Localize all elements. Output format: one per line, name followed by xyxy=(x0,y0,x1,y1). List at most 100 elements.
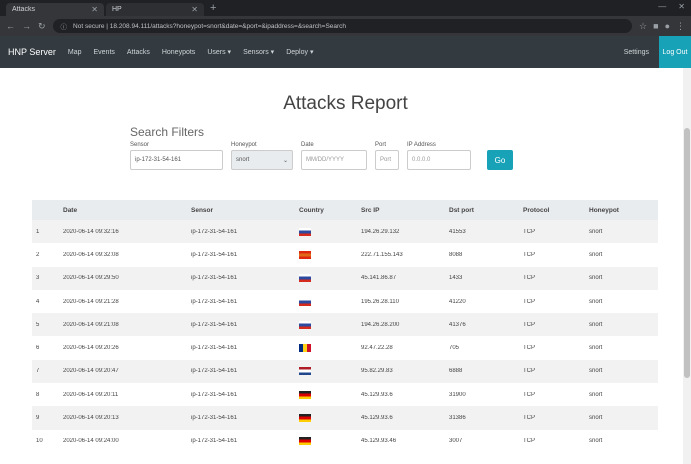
close-window-icon[interactable]: ✕ xyxy=(678,2,685,11)
scrollbar[interactable] xyxy=(683,68,691,464)
row-number: 7 xyxy=(36,368,40,375)
flag-icon xyxy=(299,367,311,376)
row-sensor: ip-172-31-54-161 xyxy=(191,298,238,305)
brand-link[interactable]: HNP Server xyxy=(8,47,56,57)
row-country xyxy=(299,297,361,306)
row-sensor: ip-172-31-54-161 xyxy=(191,415,238,422)
flag-icon xyxy=(299,344,311,353)
close-icon[interactable]: ✕ xyxy=(91,5,98,14)
row-protocol: TCP xyxy=(523,391,535,398)
row-date: 2020-06-14 09:32:08 xyxy=(63,251,119,258)
close-icon[interactable]: ✕ xyxy=(191,5,198,14)
row-honeypot: snort xyxy=(589,368,603,375)
browser-tab[interactable]: Attacks ✕ xyxy=(6,3,104,16)
row-dst-port: 41553 xyxy=(449,228,466,235)
row-country xyxy=(299,320,361,329)
row-country xyxy=(299,250,361,259)
table-row: 6 2020-06-14 09:20:26 ip-172-31-54-161 92.4… xyxy=(32,336,658,359)
column-header[interactable]: Protocol xyxy=(523,207,589,214)
settings-link[interactable]: Settings xyxy=(624,49,649,56)
forward-icon[interactable]: → xyxy=(22,21,31,31)
row-date: 2020-06-14 09:20:13 xyxy=(63,415,119,422)
nav-item-map[interactable]: Map xyxy=(68,49,82,56)
row-honeypot: snort xyxy=(589,391,603,398)
nav-item-users[interactable]: Users ▾ xyxy=(207,48,231,56)
row-number: 4 xyxy=(36,298,40,305)
row-protocol: TCP xyxy=(523,275,535,282)
row-country xyxy=(299,390,361,399)
row-protocol: TCP xyxy=(523,345,535,352)
sensor-input[interactable]: ip-172-31-54-161 xyxy=(130,150,223,170)
table-row: 5 2020-06-14 09:21:08 ip-172-31-54-161 194.… xyxy=(32,313,658,337)
ip-placeholder: 0.0.0.0 xyxy=(412,157,431,163)
row-date: 2020-06-14 09:20:26 xyxy=(63,345,119,352)
column-header[interactable]: Honeypot xyxy=(589,207,658,214)
logout-button[interactable]: Log Out xyxy=(659,36,691,68)
table-row: 9 2020-06-14 09:20:13 ip-172-31-54-161 45.1… xyxy=(32,406,658,430)
row-dst-port: 41376 xyxy=(449,321,466,328)
row-dst-port: 6888 xyxy=(449,368,463,375)
sensor-label: Sensor xyxy=(130,142,150,148)
search-button[interactable]: Go xyxy=(487,150,513,170)
port-label: Port xyxy=(375,142,387,148)
flag-icon xyxy=(299,437,311,446)
row-honeypot: snort xyxy=(589,275,603,282)
browser-tab-label: HP xyxy=(112,6,122,13)
row-protocol: TCP xyxy=(523,368,535,375)
new-tab-icon[interactable]: + xyxy=(210,2,216,14)
row-sensor: ip-172-31-54-161 xyxy=(191,321,238,328)
table-row: 10 2020-06-14 09:24:00 ip-172-31-54-161 45.… xyxy=(32,430,658,453)
row-src-ip: 45.129.93.6 xyxy=(361,391,393,398)
table-row: 8 2020-06-14 09:20:11 ip-172-31-54-161 45.1… xyxy=(32,383,658,406)
row-date: 2020-06-14 09:29:50 xyxy=(63,275,119,282)
url-input[interactable]: ⓘ Not secure | 18.208.94.111/attacks?hon… xyxy=(52,19,633,33)
back-icon[interactable]: ← xyxy=(6,21,15,31)
column-header[interactable]: Dst port xyxy=(449,207,523,214)
ip-label: IP Address xyxy=(407,142,436,148)
menu-icon[interactable]: ⋮ xyxy=(676,21,685,32)
star-icon[interactable]: ☆ xyxy=(639,21,647,32)
honeypot-select[interactable]: snort ⌄ xyxy=(231,150,293,170)
browser-tab-bar: Attacks ✕ HP ✕ + — ✕ xyxy=(0,0,691,16)
nav-item-events[interactable]: Events xyxy=(93,49,114,56)
ip-input[interactable]: 0.0.0.0 xyxy=(407,150,471,170)
nav-item-deploy[interactable]: Deploy ▾ xyxy=(286,48,313,56)
flag-icon xyxy=(299,227,311,236)
row-country xyxy=(299,367,361,376)
info-icon[interactable]: ⓘ xyxy=(61,21,68,31)
row-sensor: ip-172-31-54-161 xyxy=(191,345,238,352)
row-src-ip: 45.129.93.46 xyxy=(361,438,397,445)
search-filters: Search Filters Sensor ip-172-31-54-161 H… xyxy=(130,125,513,170)
port-placeholder: Port xyxy=(380,157,392,163)
nav-right: Settings Log Out xyxy=(624,36,691,68)
profile-icon[interactable]: ● xyxy=(665,21,670,32)
extension-icon[interactable]: ■ xyxy=(653,21,658,32)
address-bar: ← → ↻ ⓘ Not secure | 18.208.94.111/attac… xyxy=(0,16,691,36)
sensor-value: ip-172-31-54-161 xyxy=(135,157,182,163)
row-date: 2020-06-14 09:32:16 xyxy=(63,228,119,235)
nav-item-sensors[interactable]: Sensors ▾ xyxy=(243,48,274,56)
port-input[interactable]: Port xyxy=(375,150,399,170)
row-dst-port: 41220 xyxy=(449,298,466,305)
nav-item-attacks[interactable]: Attacks xyxy=(127,49,150,56)
nav-item-honeypots[interactable]: Honeypots xyxy=(162,49,195,56)
flag-icon xyxy=(299,297,311,306)
column-header[interactable]: Date xyxy=(63,207,191,214)
row-country xyxy=(299,274,361,283)
reload-icon[interactable]: ↻ xyxy=(38,21,46,32)
browser-tab[interactable]: HP ✕ xyxy=(106,3,204,16)
row-date: 2020-06-14 09:21:08 xyxy=(63,321,119,328)
scrollbar-thumb[interactable] xyxy=(684,128,690,378)
page-content: Attacks Report Search Filters Sensor ip-… xyxy=(0,68,691,464)
column-header[interactable]: Src IP xyxy=(361,207,449,214)
row-protocol: TCP xyxy=(523,228,535,235)
date-field: Date MM/DD/YYYY xyxy=(301,142,367,170)
date-placeholder: MM/DD/YYYY xyxy=(306,157,345,163)
minimize-icon[interactable]: — xyxy=(658,2,666,11)
row-protocol: TCP xyxy=(523,298,535,305)
column-header[interactable]: Sensor xyxy=(191,207,299,214)
filters-row: Sensor ip-172-31-54-161 Honeypot snort ⌄… xyxy=(130,142,513,170)
row-src-ip: 45.129.93.6 xyxy=(361,415,393,422)
column-header[interactable]: Country xyxy=(299,207,361,214)
date-input[interactable]: MM/DD/YYYY xyxy=(301,150,367,170)
